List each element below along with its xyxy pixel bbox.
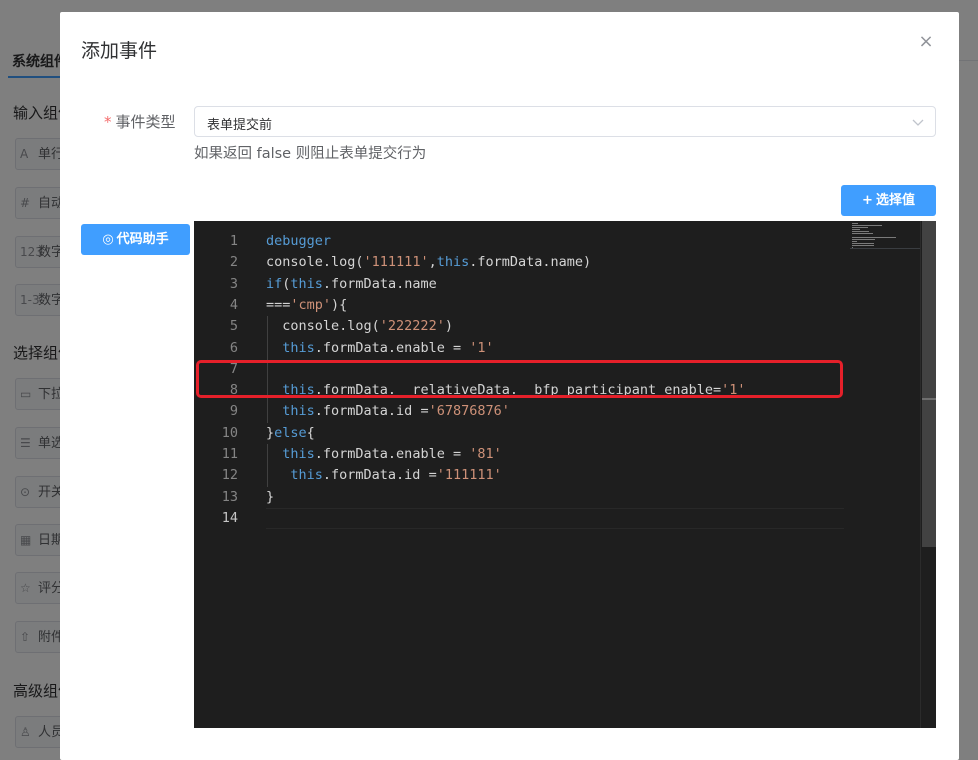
- code-line[interactable]: 1 debugger: [194, 231, 844, 252]
- line-number: 13: [221, 488, 238, 505]
- code-helper-button[interactable]: ◎ 代码助手: [81, 224, 190, 255]
- code-text: this.formData.id ='111111': [290, 467, 502, 484]
- code-line[interactable]: 14: [194, 508, 844, 529]
- chevron-down-icon: [912, 119, 924, 126]
- pick-value-label: 选择值: [875, 193, 915, 208]
- indent-guide: [267, 444, 268, 487]
- helper-icon: ◎: [102, 232, 114, 247]
- line-number: 4: [229, 296, 238, 313]
- minimap-line: [852, 225, 882, 226]
- minimap-line: [852, 247, 853, 248]
- code-line[interactable]: 12 this.formData.id ='111111': [194, 465, 844, 486]
- scrollbar-cursor-mark: [922, 398, 936, 400]
- minimap-line: [852, 233, 873, 234]
- code-text: ==='cmp'){: [266, 296, 348, 313]
- code-text: console.log('111111',this.formData.name): [266, 254, 592, 271]
- code-text: if(this.formData.name: [266, 275, 437, 292]
- line-number: 6: [229, 339, 238, 356]
- plus-icon: +: [862, 193, 873, 208]
- code-line[interactable]: 6 this.formData.enable = '1': [194, 338, 844, 359]
- event-type-hint: 如果返回 false 则阻止表单提交行为: [194, 146, 427, 162]
- minimap[interactable]: [850, 221, 920, 728]
- code-line[interactable]: 5 console.log('222222'): [194, 316, 844, 337]
- minimap-line: [852, 223, 858, 224]
- annotation-highlight-box: [196, 360, 843, 398]
- line-number: 12: [221, 467, 238, 484]
- code-text: }else{: [266, 424, 315, 441]
- dialog-title: 添加事件: [81, 40, 158, 62]
- code-text: this.formData.enable = '81': [282, 446, 502, 462]
- code-line[interactable]: 2 console.log('111111',this.formData.name…: [194, 252, 844, 273]
- line-number: 14: [221, 509, 238, 526]
- event-type-select[interactable]: 表单提交前: [194, 106, 936, 137]
- code-line[interactable]: 10 }else{: [194, 423, 844, 444]
- minimap-line: [852, 245, 874, 246]
- code-text: }: [266, 488, 275, 505]
- vertical-scrollbar[interactable]: [920, 221, 936, 728]
- line-number: 10: [221, 424, 238, 441]
- code-line[interactable]: 11 this.formData.enable = '81': [194, 444, 844, 465]
- event-type-label: * 事件类型: [104, 111, 176, 132]
- code-editor[interactable]: 1 debugger 2 console.log('111111',this.form…: [194, 221, 936, 728]
- code-text: debugger: [266, 233, 332, 249]
- code-line[interactable]: 4 ==='cmp'){: [194, 295, 844, 316]
- required-mark: *: [104, 113, 112, 131]
- minimap-line: [852, 229, 860, 230]
- line-number: 1: [229, 233, 238, 249]
- code-helper-label: 代码助手: [116, 232, 169, 247]
- code-text: this.formData.enable = '1': [282, 339, 494, 356]
- event-type-label-text: 事件类型: [115, 113, 176, 131]
- code-text: this.formData.id ='67876876': [282, 403, 510, 420]
- pick-value-button[interactable]: + 选择值: [841, 185, 936, 216]
- code-text: console.log('222222'): [266, 318, 453, 335]
- close-icon[interactable]: ×: [916, 32, 936, 52]
- minimap-line: [852, 241, 857, 242]
- event-type-value: 表单提交前: [207, 118, 273, 133]
- minimap-line: [852, 227, 868, 228]
- scrollbar-thumb[interactable]: [922, 221, 936, 547]
- line-number: 3: [229, 275, 238, 292]
- code-line[interactable]: 3 if(this.formData.name: [194, 274, 844, 295]
- minimap-line: [852, 231, 870, 232]
- minimap-line: [852, 243, 874, 244]
- minimap-line: [852, 239, 875, 240]
- line-number: 11: [221, 446, 238, 462]
- code-line[interactable]: 13}: [194, 487, 844, 508]
- line-number: 9: [229, 403, 238, 420]
- minimap-line: [852, 237, 897, 238]
- line-number: 5: [229, 318, 238, 335]
- code-line[interactable]: 9 this.formData.id ='67876876': [194, 401, 844, 422]
- line-number: 2: [229, 254, 238, 271]
